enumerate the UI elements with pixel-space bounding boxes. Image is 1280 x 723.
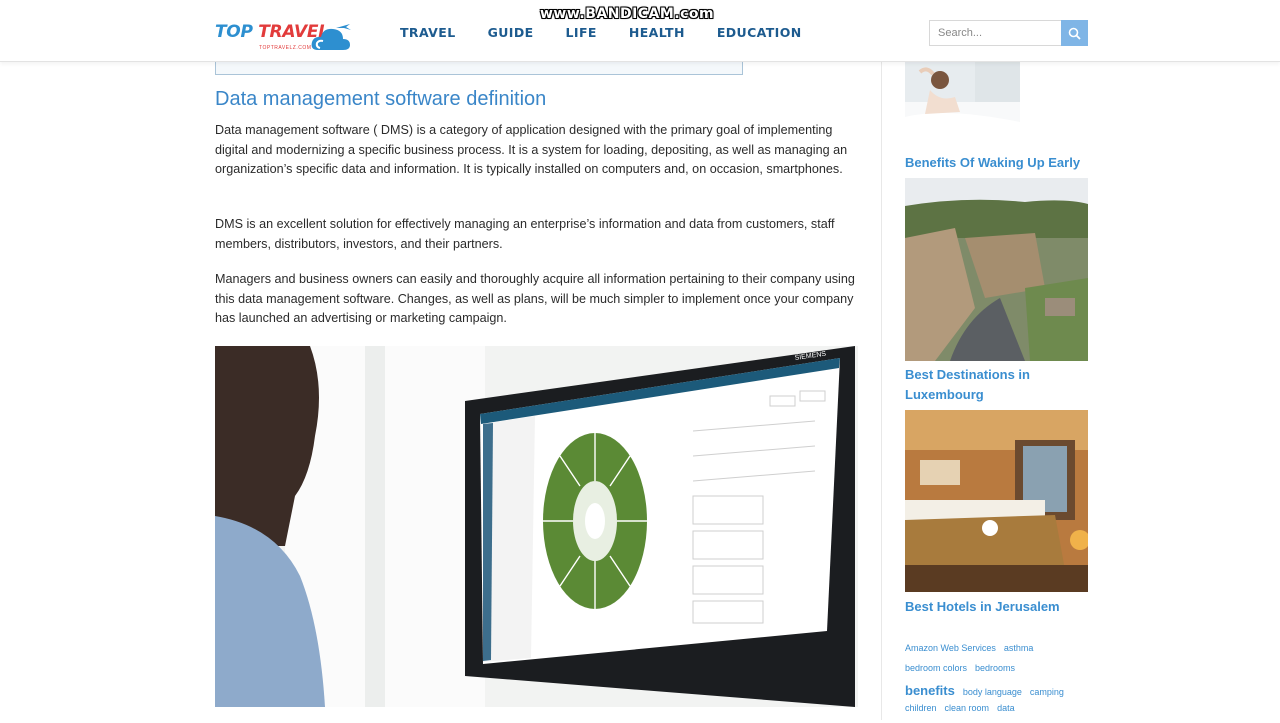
recording-watermark: www.BANDICAM.com xyxy=(540,6,715,22)
search-input[interactable] xyxy=(929,20,1062,46)
tag-link[interactable]: data xyxy=(997,703,1015,713)
post-link-jerusalem[interactable]: Best Hotels in Jerusalem xyxy=(905,597,1060,617)
tag-row: children clean room data xyxy=(905,703,1095,723)
search-button[interactable] xyxy=(1061,20,1088,46)
tag-link[interactable]: bedrooms xyxy=(975,663,1015,673)
tag-cloud: Amazon Web Services asthma bedroom color… xyxy=(905,643,1095,723)
tag-link[interactable]: clean room xyxy=(945,703,990,713)
dms-monitor-illustration: SIEMENS xyxy=(215,346,858,707)
article-paragraph: DMS is an excellent solution for effecti… xyxy=(215,217,835,251)
sidebar-divider xyxy=(881,62,882,720)
article-paragraph: Data management software ( DMS) is a cat… xyxy=(215,123,848,177)
tag-link[interactable]: asthma xyxy=(1004,643,1034,653)
nav-life[interactable]: LIFE xyxy=(566,25,597,40)
post-link-waking[interactable]: Benefits Of Waking Up Early xyxy=(905,153,1080,173)
tag-link[interactable]: camping xyxy=(1030,687,1064,697)
tag-row: Amazon Web Services asthma xyxy=(905,643,1095,663)
post-thumbnail-jerusalem[interactable] xyxy=(905,410,1088,592)
tag-link[interactable]: bedroom colors xyxy=(905,663,967,673)
nav-education[interactable]: EDUCATION xyxy=(717,25,802,40)
cloud-plane-icon xyxy=(311,24,351,50)
post-link-luxembourg[interactable]: Best Destinations in Luxembourg xyxy=(905,365,1055,404)
tag-link[interactable]: Amazon Web Services xyxy=(905,643,996,653)
article-image: SIEMENS xyxy=(215,346,858,707)
post-thumbnail-luxembourg[interactable] xyxy=(905,178,1088,361)
main-nav: TRAVEL GUIDE LIFE HEALTH EDUCATION xyxy=(400,25,802,40)
tag-link[interactable]: body language xyxy=(963,687,1022,697)
post-thumbnail-waking[interactable] xyxy=(905,62,1020,148)
article-heading: Data management software definition xyxy=(215,88,547,110)
nav-guide[interactable]: GUIDE xyxy=(488,25,534,40)
nav-travel[interactable]: TRAVEL xyxy=(400,25,456,40)
search-box xyxy=(929,20,1088,46)
site-logo[interactable]: TOP TRAVEL TOPTRAVELZ.COM xyxy=(215,18,355,56)
search-icon xyxy=(1068,27,1081,40)
logo-word-top: TOP xyxy=(215,22,253,42)
logo-subtitle: TOPTRAVELZ.COM xyxy=(259,45,312,51)
tag-link[interactable]: benefits xyxy=(905,683,955,698)
nav-health[interactable]: HEALTH xyxy=(629,25,685,40)
tag-link[interactable]: children xyxy=(905,703,937,713)
article-paragraph: Managers and business owners can easily … xyxy=(215,272,855,326)
tag-row: bedroom colors bedrooms xyxy=(905,663,1095,683)
tag-row: benefits body language camping xyxy=(905,683,1095,703)
